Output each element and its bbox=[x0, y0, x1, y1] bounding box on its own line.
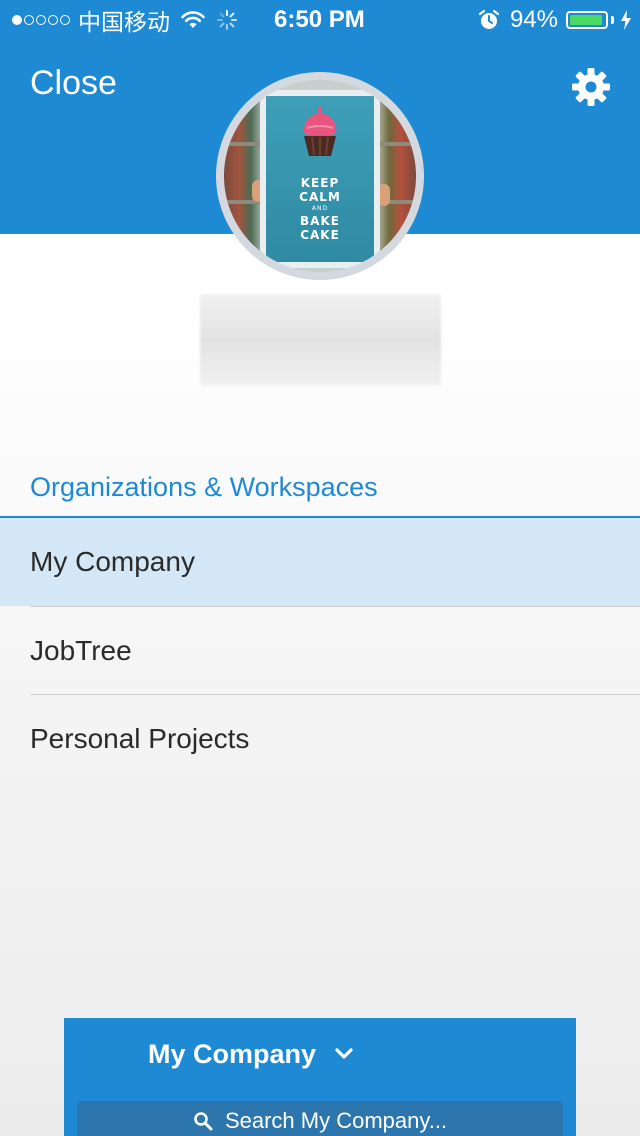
signal-dot bbox=[12, 15, 22, 25]
status-right: 94% bbox=[478, 6, 632, 34]
search-icon bbox=[194, 1112, 213, 1131]
poster-line: BAKE bbox=[300, 214, 340, 228]
charging-bolt-icon bbox=[621, 10, 631, 30]
avatar-photo: KEEP CALM AND BAKE CAKE bbox=[224, 80, 416, 272]
poster-text: KEEP CALM AND BAKE CAKE bbox=[266, 176, 374, 242]
signal-dot bbox=[60, 15, 70, 25]
list-item-label: My Company bbox=[30, 546, 195, 577]
list-item-my-company[interactable]: My Company bbox=[0, 518, 640, 606]
carrier-name: 中国移动 bbox=[78, 10, 170, 36]
battery-level-fill bbox=[570, 15, 602, 25]
search-placeholder: Search My Company... bbox=[224, 1108, 448, 1133]
shelf-decoration bbox=[376, 142, 416, 146]
status-left: 中国移动 bbox=[12, 6, 238, 36]
chevron-down-icon bbox=[335, 1048, 353, 1059]
keep-calm-poster: KEEP CALM AND BAKE CAKE bbox=[260, 90, 380, 268]
battery-percent: 94% bbox=[509, 6, 558, 33]
status-time: 6:50 PM bbox=[274, 6, 365, 33]
section-title: Organizations & Workspaces bbox=[30, 472, 378, 502]
footer-panel: My Company Search My Company... bbox=[64, 1018, 576, 1136]
list-item-label: Personal Projects bbox=[30, 723, 250, 754]
battery-icon bbox=[566, 11, 608, 29]
poster-line: KEEP bbox=[300, 176, 340, 190]
search-input[interactable]: Search My Company... bbox=[77, 1101, 563, 1136]
shelf-decoration bbox=[224, 142, 264, 146]
list-item-personal-projects[interactable]: Personal Projects bbox=[0, 695, 640, 783]
status-bar: 中国移动 6:50 PM 94% bbox=[0, 0, 640, 40]
poster-line: CAKE bbox=[300, 228, 340, 242]
cupcake-icon bbox=[303, 106, 337, 156]
signal-dot bbox=[48, 15, 58, 25]
list-item-label: JobTree bbox=[30, 635, 132, 666]
profile-name-redacted bbox=[200, 294, 441, 386]
avatar[interactable]: KEEP CALM AND BAKE CAKE bbox=[216, 72, 424, 280]
signal-dot bbox=[36, 15, 46, 25]
gear-icon[interactable] bbox=[570, 66, 612, 108]
list-item-jobtree[interactable]: JobTree bbox=[0, 607, 640, 695]
close-button[interactable]: Close bbox=[30, 62, 117, 104]
workspace-label: My Company bbox=[148, 1038, 317, 1069]
wifi-icon bbox=[181, 11, 205, 28]
battery-tip bbox=[611, 16, 614, 24]
activity-spinner-icon bbox=[217, 10, 237, 30]
workspace-switcher[interactable]: My Company bbox=[148, 1034, 354, 1074]
poster-line: CALM bbox=[299, 190, 341, 204]
alarm-icon bbox=[478, 9, 500, 29]
signal-dot bbox=[24, 15, 34, 25]
poster-line: AND bbox=[311, 205, 329, 212]
poster-inner: KEEP CALM AND BAKE CAKE bbox=[266, 96, 374, 262]
